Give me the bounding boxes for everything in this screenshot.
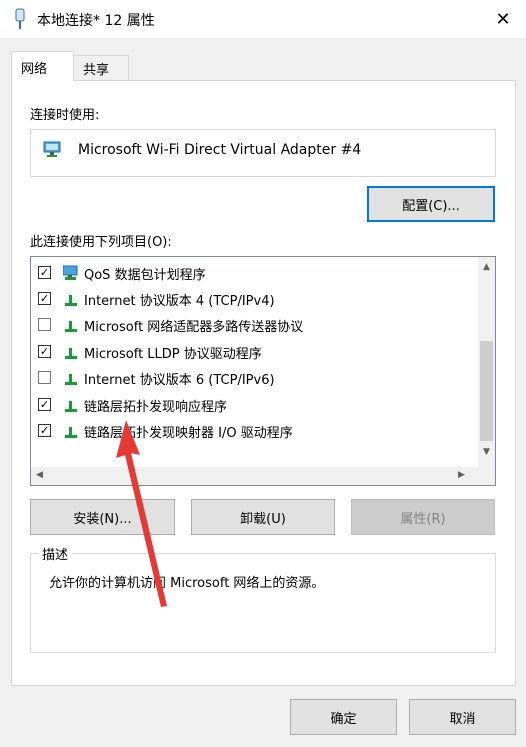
item-checkbox[interactable] xyxy=(38,371,51,384)
item-label: 链路层拓扑发现响应程序 xyxy=(84,400,228,415)
adapter-name: Microsoft Wi-Fi Direct Virtual Adapter #… xyxy=(78,142,362,158)
vertical-scrollbar[interactable]: ▲ ▼ xyxy=(478,257,495,467)
item-label: Microsoft LLDP 协议驱动程序 xyxy=(84,347,262,362)
item-label: Microsoft 网络适配器多路传送器协议 xyxy=(84,320,304,335)
list-item[interactable]: ✓ Microsoft LLDP 协议驱动程序 xyxy=(31,340,471,364)
item-checkbox[interactable] xyxy=(38,318,51,331)
item-checkbox[interactable]: ✓ xyxy=(38,424,51,437)
protocol-icon xyxy=(65,427,77,438)
item-checkbox[interactable]: ✓ xyxy=(38,398,51,411)
item-label: Internet 协议版本 6 (TCP/IPv6) xyxy=(84,373,275,388)
tab-sharing[interactable]: 共享 xyxy=(73,55,129,81)
protocol-icon xyxy=(65,321,77,332)
item-checkbox[interactable]: ✓ xyxy=(38,266,51,279)
install-button[interactable]: 安装(N)... xyxy=(30,499,175,535)
adapter-box: Microsoft Wi-Fi Direct Virtual Adapter #… xyxy=(30,129,496,177)
window-title: 本地连接* 12 属性 xyxy=(37,13,155,29)
connect-using-label: 连接时使用: xyxy=(30,108,100,123)
scroll-left-icon[interactable]: ◀ xyxy=(31,470,48,480)
network-adapter-icon xyxy=(43,141,61,157)
description-group xyxy=(30,553,496,653)
protocol-icon xyxy=(65,348,77,359)
protocol-icon xyxy=(65,401,77,412)
scroll-up-icon[interactable]: ▲ xyxy=(478,262,495,272)
item-checkbox[interactable]: ✓ xyxy=(38,292,51,305)
list-item[interactable]: Microsoft 网络适配器多路传送器协议 xyxy=(31,313,471,337)
list-item[interactable]: ✓ 链路层拓扑发现映射器 I/O 驱动程序 xyxy=(31,419,471,443)
list-item[interactable]: ✓ Internet 协议版本 4 (TCP/IPv4) xyxy=(31,287,471,311)
uninstall-button[interactable]: 卸载(U) xyxy=(191,499,335,535)
item-checkbox[interactable]: ✓ xyxy=(38,345,51,358)
items-list[interactable]: ✓ QoS 数据包计划程序 ✓ Internet 协议版本 4 (TCP/IPv… xyxy=(30,256,496,486)
items-label: 此连接使用下列项目(O): xyxy=(30,235,172,250)
item-label: Internet 协议版本 4 (TCP/IPv4) xyxy=(84,294,275,309)
properties-window: 本地连接* 12 属性 ✕ 网络 共享 连接时使用: Microsoft Wi-… xyxy=(0,0,526,747)
vertical-scroll-thumb[interactable] xyxy=(480,341,493,441)
network-connection-icon xyxy=(15,8,25,29)
description-title: 描述 xyxy=(38,544,73,563)
close-icon: ✕ xyxy=(495,8,511,30)
item-label: 链路层拓扑发现映射器 I/O 驱动程序 xyxy=(84,426,293,441)
tab-network[interactable]: 网络 xyxy=(11,51,74,81)
tab-sharing-label: 共享 xyxy=(83,63,110,78)
properties-button: 属性(R) xyxy=(351,499,495,535)
horizontal-scrollbar[interactable]: ◀ ▶ xyxy=(31,467,495,485)
scroll-right-icon[interactable]: ▶ xyxy=(453,470,470,480)
configure-button[interactable]: 配置(C)... xyxy=(367,186,495,222)
protocol-icon xyxy=(65,295,77,306)
scroll-down-icon[interactable]: ▼ xyxy=(478,447,495,457)
list-item[interactable]: ✓ QoS 数据包计划程序 xyxy=(31,261,471,285)
list-item[interactable]: ✓ 链路层拓扑发现响应程序 xyxy=(31,393,471,417)
qos-scheduler-icon xyxy=(63,265,78,280)
cancel-button[interactable]: 取消 xyxy=(409,699,516,735)
item-label: QoS 数据包计划程序 xyxy=(84,268,206,283)
protocol-icon xyxy=(65,374,77,385)
close-button[interactable]: ✕ xyxy=(480,0,526,38)
tab-network-label: 网络 xyxy=(21,62,48,77)
list-item[interactable]: Internet 协议版本 6 (TCP/IPv6) xyxy=(31,366,471,390)
description-text: 允许你的计算机访问 Microsoft 网络上的资源。 xyxy=(49,576,325,591)
title-bar: 本地连接* 12 属性 ✕ xyxy=(0,0,526,38)
ok-button[interactable]: 确定 xyxy=(290,699,397,735)
